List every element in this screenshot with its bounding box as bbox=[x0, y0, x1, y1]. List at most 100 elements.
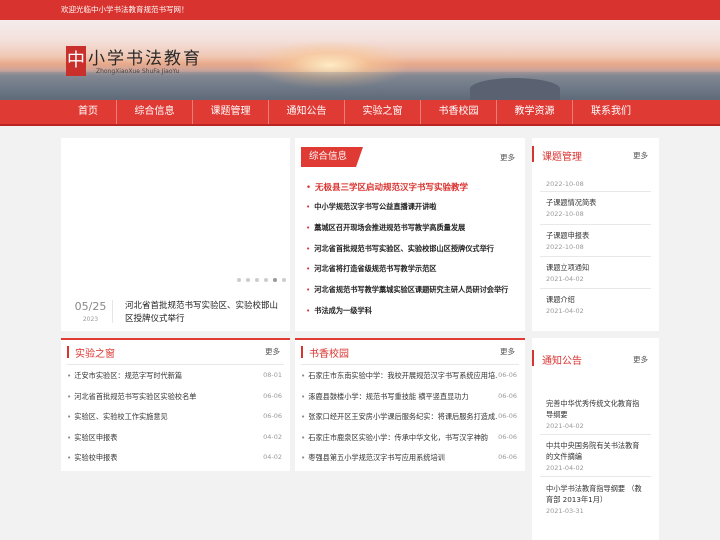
list-item[interactable]: 河北省首批规范书写实验区实验校名单 06-06 bbox=[67, 392, 284, 413]
slider-date: 05/25 2023 bbox=[69, 300, 113, 323]
panel-top-accent bbox=[295, 338, 525, 340]
list-item-text: 迁安市实验区：规范字写时代新篇 bbox=[74, 371, 183, 380]
nav-general-info[interactable]: 综合信息 bbox=[117, 100, 193, 124]
nav-projects[interactable]: 课题管理 bbox=[193, 100, 269, 124]
project-entry-title: 子课题申报表 bbox=[546, 231, 590, 240]
list-item-text: 涿鹿县鼓楼小学：规范书写重技能 横平竖直显功力 bbox=[308, 391, 469, 401]
list-item-date: 06-06 bbox=[498, 371, 517, 379]
divider bbox=[540, 476, 651, 477]
list-item[interactable]: 枣强县第五小学规范汉字书写应用系统培训 06-06 bbox=[301, 453, 519, 474]
divider bbox=[540, 256, 651, 257]
list-item-text: 实验区、实验校工作实施意见 bbox=[74, 412, 168, 422]
site-logo[interactable]: 中 小学书法教育 ZhongXiaoXue ShuFa JiaoYu bbox=[66, 42, 200, 82]
divider bbox=[540, 191, 651, 192]
project-entry[interactable]: 课题立项通知 2021-04-02 bbox=[546, 262, 646, 283]
project-entry[interactable]: 子课题申报表 2022-10-08 bbox=[546, 230, 646, 251]
general-info-title: 综合信息 bbox=[301, 147, 364, 167]
list-item[interactable]: 河北省首批规范书写实验区、实验校邯山区授牌仪式举行 bbox=[306, 244, 508, 265]
list-item-text: 实验校申报表 bbox=[74, 453, 118, 463]
campus-title: 书香校园 bbox=[301, 345, 349, 360]
logo-pinyin: ZhongXiaoXue ShuFa JiaoYu bbox=[96, 68, 180, 75]
list-item-text: 藁城区召开现场会推进规范书写教学高质量发展 bbox=[314, 222, 466, 232]
slider-dot-active[interactable] bbox=[273, 278, 277, 282]
list-item[interactable]: 河北省规范书写教学藁城实验区课题研究主研人员研讨会举行 bbox=[306, 285, 508, 306]
slider-dot[interactable] bbox=[282, 278, 286, 282]
slider-image[interactable] bbox=[61, 138, 290, 293]
slider-dot[interactable] bbox=[264, 278, 268, 282]
list-item[interactable]: 石家庄市东南实验中学：我校开展规范汉字书写系统应用培...06-06 bbox=[301, 371, 519, 392]
divider bbox=[540, 288, 651, 289]
list-item[interactable]: 书法成为一级学科 bbox=[306, 306, 508, 327]
nav-contact[interactable]: 联系我们 bbox=[573, 100, 649, 124]
notice-entry[interactable]: 中共中央国务院有关书法教育的文件摘编 2021-04-02 bbox=[546, 440, 646, 472]
list-item[interactable]: 实验区申报表 04-02 bbox=[67, 433, 284, 454]
list-item-date: 08-01 bbox=[263, 371, 282, 379]
logo-seal: 中 bbox=[66, 46, 86, 76]
project-entry-title: 课题介绍 bbox=[546, 295, 575, 304]
nav-home[interactable]: 首页 bbox=[60, 100, 117, 124]
list-item-text: 河北省首批规范书写实验区实验校名单 bbox=[74, 391, 197, 401]
list-item-date: 04-02 bbox=[263, 432, 282, 441]
campus-more-link[interactable]: 更多 bbox=[500, 346, 515, 357]
nav-campus[interactable]: 书香校园 bbox=[421, 100, 497, 124]
logo-calligraphy: 小学书法教育 bbox=[88, 49, 202, 69]
slider-dots bbox=[237, 278, 286, 282]
list-item-date: 06-06 bbox=[498, 453, 517, 462]
campus-panel: 书香校园 更多 石家庄市东南实验中学：我校开展规范汉字书写系统应用培...06-… bbox=[295, 338, 525, 471]
nav-lab-window[interactable]: 实验之窗 bbox=[345, 100, 421, 124]
notices-title: 通知公告 bbox=[532, 350, 582, 367]
list-item-date: 06-06 bbox=[263, 412, 282, 421]
top-welcome-bar: 欢迎光临中小学书法教育规范书写网！ bbox=[0, 0, 720, 20]
list-item[interactable]: 涿鹿县鼓楼小学：规范书写重技能 横平竖直显功力 06-06 bbox=[301, 392, 519, 413]
list-item[interactable]: 实验校申报表 04-02 bbox=[67, 453, 284, 474]
project-entry-date: 2022-10-08 bbox=[546, 210, 584, 218]
lab-window-more-link[interactable]: 更多 bbox=[265, 346, 280, 357]
list-item[interactable]: 藁城区召开现场会推进规范书写教学高质量发展 bbox=[306, 223, 508, 244]
project-entry[interactable]: 2022-10-08 bbox=[546, 178, 646, 188]
list-item-text: 石家庄市东南实验中学：我校开展规范汉字书写系统应用培... bbox=[308, 371, 499, 380]
main-nav: 首页 综合信息 课题管理 通知公告 实验之窗 书香校园 教学资源 联系我们 bbox=[0, 100, 720, 126]
headline-link[interactable]: 无极县三学区启动规范汉字书写实验教学 bbox=[306, 181, 468, 193]
notices-more-link[interactable]: 更多 bbox=[633, 354, 648, 365]
list-item-text: 书法成为一级学科 bbox=[314, 305, 372, 315]
list-item-text: 枣强县第五小学规范汉字书写应用系统培训 bbox=[308, 453, 445, 463]
notice-entry[interactable]: 中小学书法教育指导纲要 （教育部 2013年1月） 2021-03-31 bbox=[546, 483, 646, 515]
list-item-date: 06-06 bbox=[498, 432, 517, 441]
list-item-date: 06-06 bbox=[498, 391, 517, 400]
slider-dot[interactable] bbox=[237, 278, 241, 282]
list-item-text: 中小学规范汉字书写公益直播课开讲啦 bbox=[314, 202, 437, 211]
slider-caption[interactable]: 河北省首批规范书写实验区、实验校邯山区授牌仪式举行 bbox=[125, 300, 285, 326]
notice-entry[interactable]: 完善中华优秀传统文化教育指导纲要 2021-04-02 bbox=[546, 398, 646, 430]
list-item[interactable]: 实验区、实验校工作实施意见 06-06 bbox=[67, 412, 284, 433]
project-entry[interactable]: 课题介绍 2021-04-02 bbox=[546, 294, 646, 315]
notice-entry-title: 完善中华优秀传统文化教育指导纲要 bbox=[546, 399, 640, 419]
project-entry-date: 2021-04-02 bbox=[546, 275, 584, 283]
headline-text: 无极县三学区启动规范汉字书写实验教学 bbox=[315, 183, 469, 193]
campus-list: 石家庄市东南实验中学：我校开展规范汉字书写系统应用培...06-06 涿鹿县鼓楼… bbox=[301, 371, 519, 474]
slider-dot[interactable] bbox=[255, 278, 259, 282]
project-entry[interactable]: 子课题情况简表 2022-10-08 bbox=[546, 197, 646, 218]
divider bbox=[540, 224, 651, 225]
projects-title: 课题管理 bbox=[532, 146, 582, 163]
list-item[interactable]: 石家庄市鹿泉区实验小学：传承中华文化，书写汉字神韵 06-06 bbox=[301, 433, 519, 454]
list-item[interactable]: 张家口经开区王安房小学课后服务纪实：将课后服务打造成...06-06 bbox=[301, 412, 519, 433]
nav-resources[interactable]: 教学资源 bbox=[497, 100, 573, 124]
slider-dot[interactable] bbox=[246, 278, 250, 282]
list-item[interactable]: 中小学规范汉字书写公益直播课开讲啦 bbox=[306, 202, 508, 223]
notice-entry-date: 2021-04-02 bbox=[546, 464, 584, 472]
list-item-text: 河北省将打造省级规范书写教学示范区 bbox=[314, 264, 437, 274]
general-info-more-link[interactable]: 更多 bbox=[500, 152, 515, 163]
list-item[interactable]: 河北省将打造省级规范书写教学示范区 bbox=[306, 264, 508, 285]
projects-more-link[interactable]: 更多 bbox=[633, 150, 648, 161]
lab-window-title: 实验之窗 bbox=[67, 345, 115, 360]
list-item[interactable]: 迁安市实验区：规范字写时代新篇 08-01 bbox=[67, 371, 284, 392]
notices-panel: 通知公告 更多 完善中华优秀传统文化教育指导纲要 2021-04-02 中共中央… bbox=[532, 338, 659, 540]
nav-notices[interactable]: 通知公告 bbox=[269, 100, 345, 124]
notice-entry-date: 2021-04-02 bbox=[546, 422, 584, 430]
divider bbox=[301, 364, 519, 365]
list-item-text: 河北省首批规范书写实验区、实验校邯山区授牌仪式举行 bbox=[314, 243, 494, 253]
lab-window-list: 迁安市实验区：规范字写时代新篇 08-01 河北省首批规范书写实验区实验校名单 06… bbox=[67, 371, 284, 474]
slider-date-year: 2023 bbox=[82, 316, 99, 323]
notice-entry-title: 中小学书法教育指导纲要 （教育部 2013年1月） bbox=[546, 484, 642, 504]
welcome-text: 欢迎光临中小学书法教育规范书写网！ bbox=[61, 5, 189, 14]
